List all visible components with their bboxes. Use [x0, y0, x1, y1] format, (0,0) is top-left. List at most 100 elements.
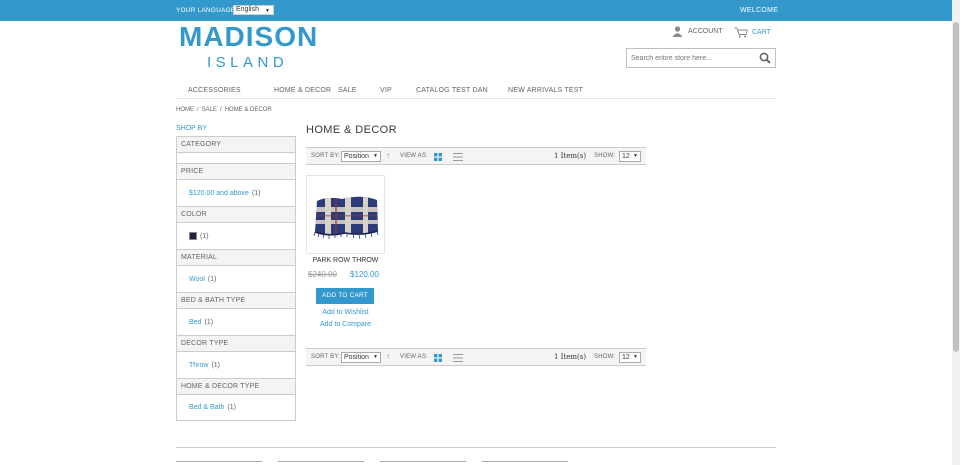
filter-bed-bath-type-option[interactable]: Bed (1): [176, 309, 296, 335]
filter-decor-type-title[interactable]: DECOR TYPE: [176, 335, 296, 352]
toolbar-top: SORT BY: Position ▼ ↑ VIEW AS: 1 Item(s) …: [306, 147, 646, 165]
filter-category-body: [176, 153, 296, 163]
show-label: SHOW:: [594, 354, 616, 360]
breadcrumb: HOME / SALE / HOME & DECOR: [176, 107, 272, 113]
page-scrollbar[interactable]: [952, 0, 960, 465]
add-to-wishlist-link[interactable]: Add to Wishlist: [306, 309, 385, 316]
breadcrumb-separator: /: [197, 107, 199, 113]
sort-value: Position: [344, 354, 369, 361]
limit-select[interactable]: 12 ▼: [619, 352, 641, 363]
product-name[interactable]: PARK ROW THROW: [306, 257, 385, 264]
filter-option-label: Wool: [189, 275, 205, 283]
filter-option-label: Bed: [189, 318, 202, 326]
search-icon[interactable]: [759, 52, 771, 64]
nav-vip[interactable]: VIP: [380, 87, 392, 94]
nav-catalog-test-dan[interactable]: CATALOG TEST DAN: [416, 87, 488, 94]
breadcrumb-home[interactable]: HOME: [176, 107, 194, 113]
cart-label: CART: [752, 29, 771, 36]
filter-option-count: (1): [227, 404, 236, 411]
filter-option-count: (1): [251, 189, 261, 197]
old-price: $240.00: [308, 270, 337, 279]
breadcrumb-separator: /: [220, 107, 222, 113]
page-title: HOME & DECOR: [306, 124, 397, 136]
chevron-down-icon: ▼: [265, 8, 270, 14]
filter-decor-type-option[interactable]: Throw (1): [176, 352, 296, 378]
sort-direction-icon[interactable]: ↑: [386, 353, 390, 361]
nav-sale[interactable]: SALE: [338, 87, 357, 94]
filter-material-title[interactable]: MATERIAL: [176, 249, 296, 266]
filter-color-title[interactable]: COLOR: [176, 206, 296, 223]
filter-material-option[interactable]: Wool (1): [176, 266, 296, 292]
color-swatch: [189, 232, 197, 240]
account-label: ACCOUNT: [688, 28, 723, 35]
sort-select[interactable]: Position ▼: [341, 151, 381, 162]
nav-home-decor[interactable]: HOME & DECOR: [274, 87, 331, 94]
sort-value: Position: [344, 153, 369, 160]
filter-category-title[interactable]: CATEGORY: [176, 136, 296, 153]
search-box: [626, 48, 776, 68]
view-label: VIEW AS:: [400, 354, 428, 360]
limit-value: 12: [622, 153, 630, 160]
welcome-message: WELCOME: [740, 7, 779, 14]
filter-bed-bath-type-title[interactable]: BED & BATH TYPE: [176, 292, 296, 309]
sort-direction-icon[interactable]: ↑: [386, 152, 390, 160]
logo-line1[interactable]: MADISON: [179, 22, 318, 52]
limit-value: 12: [622, 354, 630, 361]
language-value: English: [236, 6, 259, 13]
filter-option-count: (1): [200, 232, 209, 240]
filter-home-decor-type-title[interactable]: HOME & DECOR TYPE: [176, 378, 296, 395]
limit-select[interactable]: 12 ▼: [619, 151, 641, 162]
footer-divider: [176, 447, 776, 448]
special-price: $120.00: [350, 270, 379, 279]
view-label: VIEW AS:: [400, 153, 428, 159]
item-count: 1 Item(s): [554, 353, 587, 361]
filter-price-option[interactable]: $120.00 and above (1): [176, 180, 296, 206]
show-label: SHOW:: [594, 153, 616, 159]
chevron-down-icon: ▼: [633, 354, 638, 360]
filter-color-option[interactable]: (1): [176, 223, 296, 249]
nav-accessories[interactable]: ACCESSORIES: [188, 87, 241, 94]
footer-column-rule: [176, 461, 262, 462]
filter-option-label: $120.00 and above: [189, 189, 249, 197]
filter-option-count: (1): [207, 275, 217, 283]
toolbar-bottom: SORT BY: Position ▼ ↑ VIEW AS: 1 Item(s) …: [306, 348, 646, 366]
language-label: YOUR LANGUAGE:: [176, 7, 238, 14]
shop-by-heading: SHOP BY: [176, 125, 207, 132]
footer-column-rule: [482, 461, 568, 462]
sort-label: SORT BY:: [311, 153, 341, 159]
language-select[interactable]: English ▼: [233, 5, 274, 15]
account-link[interactable]: ACCOUNT: [672, 26, 723, 37]
filter-home-decor-type-option[interactable]: Bed & Bath (1): [176, 395, 296, 421]
item-count: 1 Item(s): [554, 152, 587, 160]
filter-option-count: (1): [211, 361, 221, 369]
breadcrumb-current: HOME & DECOR: [224, 107, 272, 113]
cart-icon: [734, 27, 748, 38]
search-input[interactable]: [631, 53, 751, 64]
chevron-down-icon: ▼: [373, 354, 378, 360]
logo-line2[interactable]: ISLAND: [207, 55, 288, 71]
add-to-cart-button[interactable]: ADD TO CART: [316, 288, 374, 304]
filter-option-label: Throw: [189, 361, 209, 369]
filter-option-label: Bed & Bath: [189, 404, 225, 411]
list-view-icon[interactable]: [453, 153, 463, 161]
footer-column-rule: [380, 461, 466, 462]
layered-nav: CATEGORY PRICE $120.00 and above (1) COLO…: [176, 136, 296, 421]
top-bar: YOUR LANGUAGE: English ▼ WELCOME: [0, 0, 960, 21]
scrollbar-thumb[interactable]: [953, 22, 959, 352]
grid-view-icon[interactable]: [434, 153, 442, 161]
product-image[interactable]: [306, 175, 385, 254]
filter-price-title[interactable]: PRICE: [176, 163, 296, 180]
grid-view-icon[interactable]: [434, 354, 442, 362]
add-to-compare-link[interactable]: Add to Compare: [306, 321, 385, 328]
chevron-down-icon: ▼: [633, 153, 638, 159]
throw-blanket-image: [313, 196, 379, 240]
sort-select[interactable]: Position ▼: [341, 352, 381, 363]
main-nav: ACCESSORIES HOME & DECOR SALE VIP CATALO…: [176, 86, 776, 99]
chevron-down-icon: ▼: [373, 153, 378, 159]
cart-link[interactable]: CART: [734, 27, 771, 38]
nav-new-arrivals-test[interactable]: NEW ARRIVALS TEST: [508, 87, 583, 94]
breadcrumb-sale[interactable]: SALE: [202, 107, 217, 113]
footer-column-rule: [278, 461, 364, 462]
sort-label: SORT BY:: [311, 354, 341, 360]
list-view-icon[interactable]: [453, 354, 463, 362]
